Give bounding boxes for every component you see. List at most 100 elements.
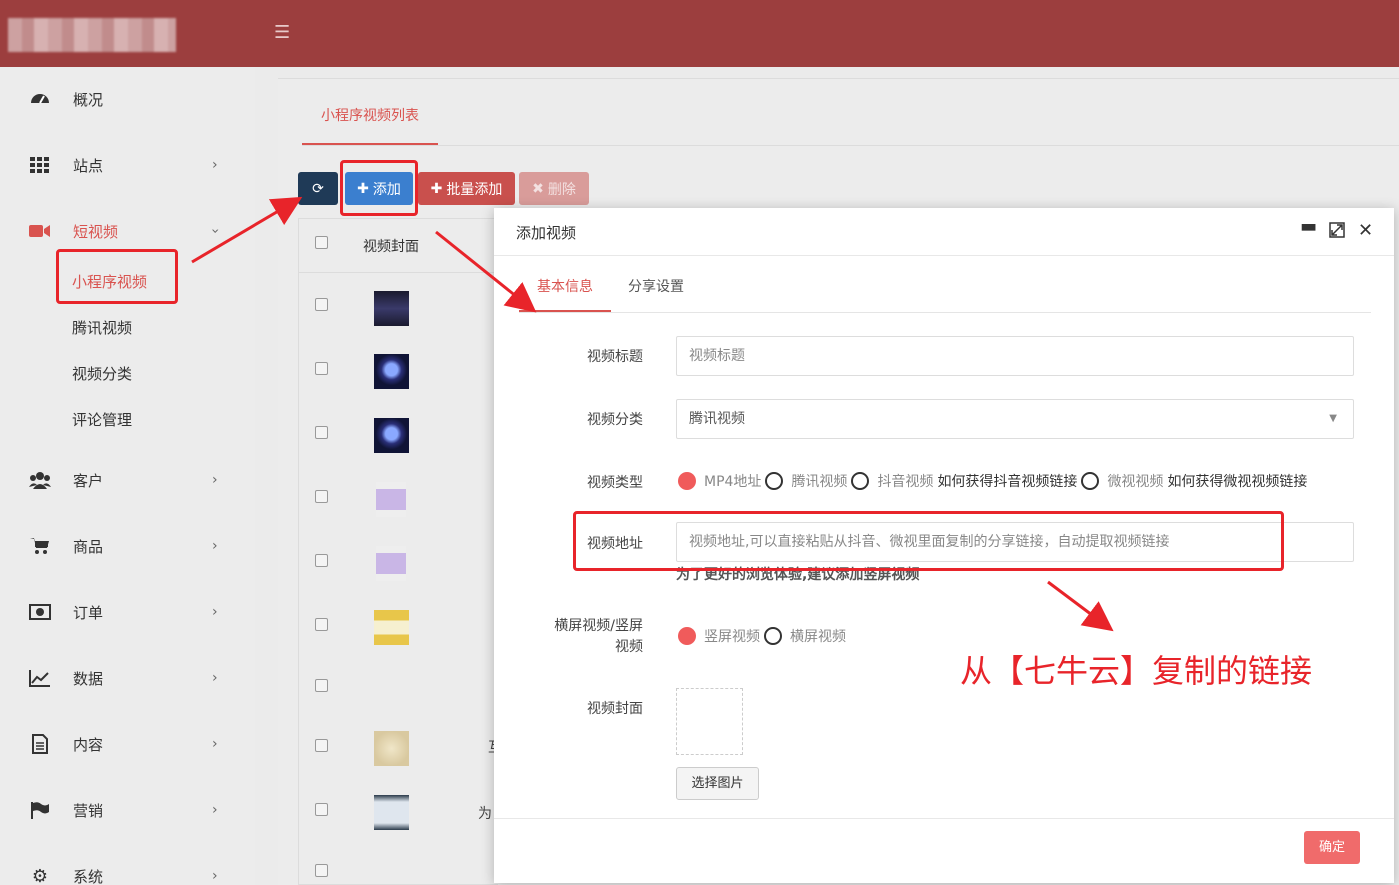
cover-preview (676, 688, 743, 755)
sidebar-item-overview[interactable]: 概况 (0, 79, 255, 119)
row-checkbox[interactable] (315, 679, 328, 692)
caret-down-icon: ▼ (1329, 413, 1337, 424)
video-thumbnail (376, 482, 406, 517)
chevron-right-icon: › (212, 157, 218, 173)
row-checkbox[interactable] (315, 362, 328, 375)
radio-label: 微视视频 (1107, 474, 1164, 490)
row-checkbox[interactable] (315, 298, 328, 311)
radio-tencent[interactable] (765, 472, 784, 490)
orientation-label: 横屏视频/竖屏 视频 (554, 616, 643, 658)
refresh-button[interactable]: ⟳ (298, 172, 338, 205)
chevron-right-icon: › (212, 670, 218, 686)
sidebar-item-label: 客户 (73, 471, 104, 490)
annotation-text: 从【七牛云】复制的链接 (960, 652, 1313, 690)
select-image-button[interactable]: 选择图片 (676, 767, 759, 800)
sidebar-item-customers[interactable]: 客户 › (0, 460, 255, 500)
tab-basic-info[interactable]: 基本信息 (519, 276, 611, 312)
money-icon (28, 600, 52, 624)
sidebar-item-label: 概况 (73, 90, 104, 109)
document-icon (28, 732, 52, 756)
minimize-icon[interactable]: ▬ (1300, 216, 1317, 237)
line-chart-icon (28, 666, 52, 690)
video-type-radio-group: MP4地址 腾讯视频 抖音视频 如何获得抖音视频链接 微视视频 如何获得微视视频… (678, 471, 1311, 491)
selected-category: 腾讯视频 (689, 411, 745, 427)
sidebar-item-system[interactable]: ⚙ 系统 › (0, 856, 255, 885)
modal-tab-divider (519, 312, 1371, 313)
sidebar-item-products[interactable]: 商品 › (0, 526, 255, 566)
radio-mp4[interactable] (678, 472, 696, 490)
sidebar-item-label: 订单 (73, 603, 104, 622)
delete-label: 删除 (547, 181, 576, 198)
video-title-input[interactable]: 视频标题 (676, 336, 1354, 376)
orientation-label-line2: 视频 (615, 639, 643, 655)
radio-label: MP4地址 (704, 474, 762, 490)
weishi-help-link[interactable]: 如何获得微视视频链接 (1167, 471, 1307, 491)
radio-douyin[interactable] (851, 472, 870, 490)
highlight-box-url (573, 511, 1284, 571)
times-icon: ✖ (532, 180, 544, 197)
sidebar-item-orders[interactable]: 订单 › (0, 592, 255, 632)
row-checkbox[interactable] (315, 490, 328, 503)
sidebar-item-label: 营销 (73, 801, 104, 820)
confirm-button[interactable]: 确定 (1304, 831, 1360, 864)
orientation-radio-group: 竖屏视频 横屏视频 (678, 626, 850, 646)
radio-label: 横屏视频 (790, 629, 846, 645)
row-checkbox[interactable] (315, 739, 328, 752)
sidebar-subitem-video-category[interactable]: 视频分类 (72, 363, 132, 384)
video-category-select[interactable]: 腾讯视频 ▼ (676, 399, 1354, 439)
radio-weishi[interactable] (1081, 472, 1100, 490)
sidebar-subitem-comment-manage[interactable]: 评论管理 (72, 409, 132, 430)
video-thumbnail (374, 795, 409, 830)
sidebar-item-label: 商品 (73, 537, 104, 556)
select-all-checkbox[interactable] (315, 236, 328, 249)
highlight-box-sidebar (56, 249, 178, 304)
video-thumbnail (374, 610, 409, 645)
modal-header: 添加视频 ▬ ✕ (494, 208, 1394, 256)
grid-icon (28, 153, 52, 177)
tab-mini-program-video-list[interactable]: 小程序视频列表 (302, 95, 438, 145)
flag-icon (28, 798, 52, 822)
plus-icon: ✚ (430, 180, 443, 197)
row-checkbox[interactable] (315, 554, 328, 567)
table-row-divider (298, 272, 498, 273)
radio-label: 腾讯视频 (791, 474, 848, 490)
row-title-clipped: 为 (478, 806, 492, 822)
sidebar-item-label: 短视频 (73, 222, 119, 241)
sidebar-item-data[interactable]: 数据 › (0, 658, 255, 698)
row-checkbox[interactable] (315, 864, 328, 877)
sidebar-item-marketing[interactable]: 营销 › (0, 790, 255, 830)
menu-toggle-icon[interactable]: ☰ (274, 22, 290, 43)
sidebar-item-label: 内容 (73, 735, 104, 754)
logo (8, 18, 176, 52)
tab-share-settings[interactable]: 分享设置 (628, 276, 684, 296)
video-title-label: 视频标题 (587, 349, 643, 365)
video-thumbnail (376, 546, 406, 581)
gear-icon: ⚙ (31, 865, 49, 885)
maximize-icon[interactable] (1329, 222, 1345, 243)
video-category-label: 视频分类 (587, 412, 643, 428)
video-thumbnail (374, 731, 409, 766)
radio-portrait[interactable] (678, 627, 696, 645)
sidebar-subitem-tencent-video[interactable]: 腾讯视频 (72, 317, 132, 338)
batch-add-label: 批量添加 (446, 181, 503, 198)
highlight-box-add (340, 160, 418, 216)
batch-add-button[interactable]: ✚ 批量添加 (418, 172, 515, 205)
modal-title: 添加视频 (516, 224, 577, 242)
sidebar-item-content[interactable]: 内容 › (0, 724, 255, 764)
video-thumbnail (374, 291, 409, 326)
radio-landscape[interactable] (764, 627, 782, 645)
video-cover-label: 视频封面 (587, 701, 643, 717)
tab-divider (302, 145, 1399, 146)
douyin-help-link[interactable]: 如何获得抖音视频链接 (937, 471, 1077, 491)
chevron-right-icon: › (212, 868, 218, 884)
row-checkbox[interactable] (315, 426, 328, 439)
row-checkbox[interactable] (315, 803, 328, 816)
delete-button[interactable]: ✖ 删除 (519, 172, 589, 205)
close-icon[interactable]: ✕ (1358, 220, 1373, 241)
row-checkbox[interactable] (315, 618, 328, 631)
column-header-cover: 视频封面 (363, 239, 419, 255)
sidebar-item-sites[interactable]: 站点 › (0, 145, 255, 185)
sidebar-item-label: 站点 (73, 156, 104, 175)
sidebar-item-short-video[interactable]: 短视频 › (0, 211, 255, 251)
video-thumbnail (374, 354, 409, 389)
